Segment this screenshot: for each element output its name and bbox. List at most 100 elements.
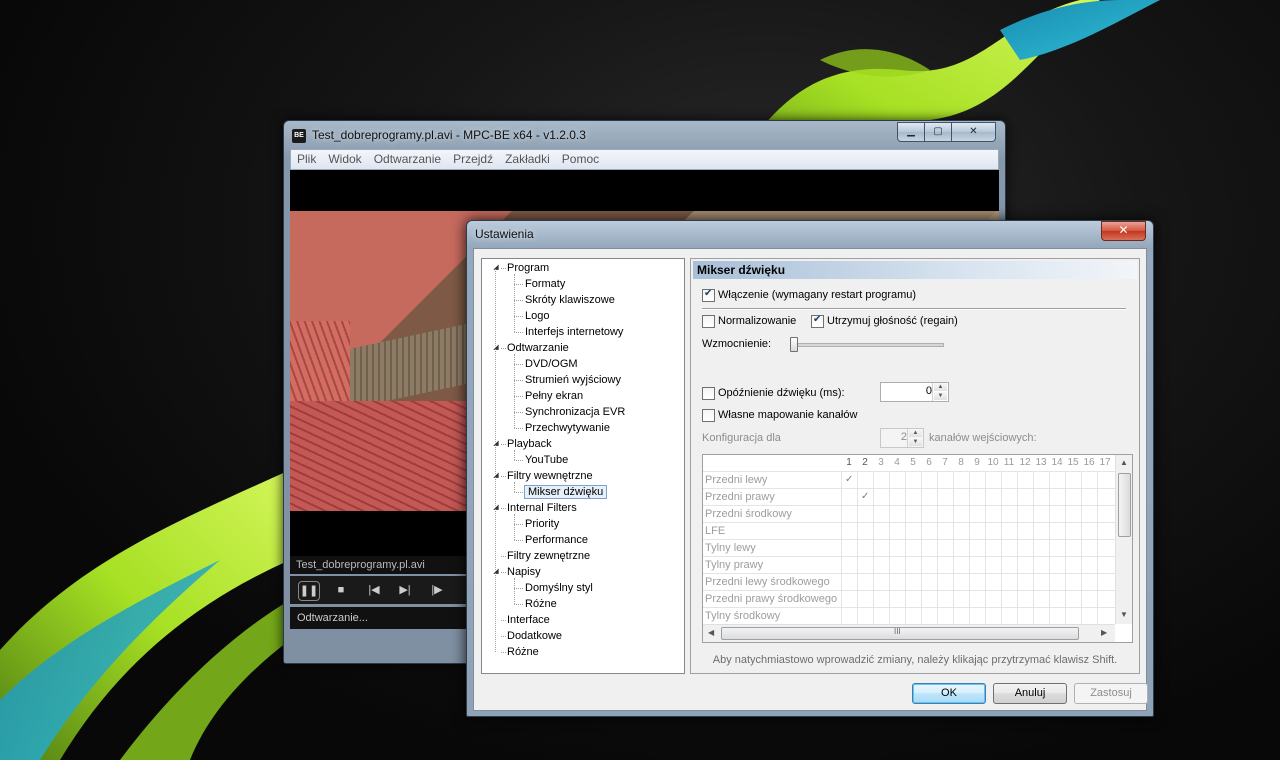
matrix-cell[interactable]	[905, 523, 921, 540]
seekbar-filename[interactable]: Test_dobreprogramy.pl.avi	[290, 556, 472, 574]
matrix-cell[interactable]	[841, 489, 857, 506]
matrix-cell[interactable]	[873, 489, 889, 506]
matrix-cell[interactable]	[1001, 540, 1017, 557]
spin-down-icon[interactable]: ▼	[909, 438, 922, 446]
player-titlebar[interactable]: BE Test_dobreprogramy.pl.avi - MPC-BE x6…	[284, 121, 1005, 149]
matrix-cell[interactable]	[873, 506, 889, 523]
matrix-cell[interactable]	[889, 540, 905, 557]
matrix-cell[interactable]	[969, 506, 985, 523]
dialog-close-button[interactable]: ✕	[1101, 221, 1146, 241]
matrix-cell[interactable]	[857, 472, 873, 489]
matrix-cell[interactable]	[953, 591, 969, 608]
menu-plik[interactable]: Plik	[291, 150, 322, 166]
gain-slider-track[interactable]	[794, 343, 944, 347]
matrix-cell[interactable]	[905, 574, 921, 591]
channel-mapping-checkbox[interactable]	[702, 409, 715, 422]
matrix-cell[interactable]	[969, 574, 985, 591]
minimize-button[interactable]: ▁	[897, 122, 925, 142]
matrix-cell[interactable]	[1033, 574, 1049, 591]
menu-pomoc[interactable]: Pomoc	[556, 150, 605, 166]
matrix-cell[interactable]	[953, 489, 969, 506]
matrix-cell[interactable]	[1049, 557, 1065, 574]
matrix-cell[interactable]	[841, 574, 857, 591]
matrix-cell[interactable]	[1049, 574, 1065, 591]
tree-item[interactable]: Formaty	[525, 276, 565, 292]
matrix-cell[interactable]	[1049, 523, 1065, 540]
matrix-cell[interactable]	[1049, 540, 1065, 557]
tree-item[interactable]: Logo	[525, 308, 549, 324]
matrix-cell[interactable]	[985, 540, 1001, 557]
matrix-cell[interactable]	[1097, 523, 1113, 540]
matrix-cell[interactable]	[921, 557, 937, 574]
matrix-cell[interactable]	[1081, 489, 1097, 506]
tree-item[interactable]: Performance	[525, 532, 588, 548]
matrix-cell[interactable]	[841, 557, 857, 574]
matrix-cell[interactable]	[921, 489, 937, 506]
matrix-cell[interactable]	[1033, 540, 1049, 557]
matrix-cell[interactable]	[1001, 523, 1017, 540]
matrix-cell[interactable]	[857, 540, 873, 557]
menu-zakladki[interactable]: Zakładki	[499, 150, 556, 166]
regain-checkbox[interactable]	[811, 314, 824, 328]
matrix-cell[interactable]	[953, 540, 969, 557]
matrix-cell[interactable]	[1033, 557, 1049, 574]
tree-item[interactable]: ◢ Napisy	[493, 564, 540, 580]
matrix-cell[interactable]	[969, 608, 985, 625]
scroll-right-icon[interactable]: ▶	[1101, 628, 1107, 637]
matrix-cell[interactable]	[857, 523, 873, 540]
matrix-cell[interactable]	[1097, 557, 1113, 574]
matrix-cell[interactable]	[1033, 506, 1049, 523]
tree-expander-icon[interactable]: ◢	[492, 500, 500, 516]
matrix-cell[interactable]	[969, 489, 985, 506]
matrix-cell[interactable]	[1081, 523, 1097, 540]
audio-delay-checkbox[interactable]	[702, 387, 715, 400]
matrix-cell[interactable]	[1065, 506, 1081, 523]
matrix-cell[interactable]	[873, 608, 889, 625]
matrix-cell[interactable]	[857, 608, 873, 625]
tree-item[interactable]: Różne	[507, 644, 539, 660]
matrix-cell[interactable]	[985, 523, 1001, 540]
horizontal-scrollbar[interactable]: ◀ III ▶	[703, 624, 1115, 642]
matrix-cell[interactable]	[921, 591, 937, 608]
matrix-cell[interactable]	[889, 506, 905, 523]
normalize-label[interactable]: Normalizowanie	[718, 315, 796, 327]
matrix-cell[interactable]	[1001, 591, 1017, 608]
matrix-cell[interactable]	[921, 472, 937, 489]
matrix-cell[interactable]	[905, 506, 921, 523]
tree-item[interactable]: Domyślny styl	[525, 580, 593, 596]
matrix-cell[interactable]	[1081, 557, 1097, 574]
matrix-cell[interactable]	[985, 489, 1001, 506]
matrix-cell[interactable]	[1017, 489, 1033, 506]
matrix-cell[interactable]	[1049, 472, 1065, 489]
frame-step-button[interactable]: |▶	[426, 581, 448, 599]
matrix-cell[interactable]	[905, 608, 921, 625]
matrix-cell[interactable]	[985, 608, 1001, 625]
matrix-cell[interactable]	[905, 591, 921, 608]
matrix-cell[interactable]	[1001, 557, 1017, 574]
matrix-cell[interactable]	[1097, 608, 1113, 625]
matrix-cell[interactable]	[985, 591, 1001, 608]
matrix-cell[interactable]	[1065, 523, 1081, 540]
matrix-cell[interactable]	[889, 608, 905, 625]
matrix-cell[interactable]	[873, 472, 889, 489]
close-button[interactable]: ✕	[951, 122, 996, 142]
matrix-cell[interactable]	[1033, 591, 1049, 608]
matrix-cell[interactable]	[889, 523, 905, 540]
matrix-cell[interactable]	[937, 489, 953, 506]
channel-mapping-label[interactable]: Własne mapowanie kanałów	[718, 409, 857, 421]
matrix-cell[interactable]	[1049, 608, 1065, 625]
matrix-cell[interactable]	[1017, 557, 1033, 574]
matrix-cell[interactable]	[889, 472, 905, 489]
matrix-cell[interactable]	[937, 506, 953, 523]
input-channels-spinner[interactable]: 2 ▲ ▼	[880, 428, 924, 448]
matrix-cell[interactable]	[873, 540, 889, 557]
matrix-cell[interactable]	[1049, 506, 1065, 523]
tree-item[interactable]: Strumień wyjściowy	[525, 372, 621, 388]
matrix-cell[interactable]	[1065, 557, 1081, 574]
matrix-cell[interactable]	[953, 557, 969, 574]
matrix-cell[interactable]	[873, 523, 889, 540]
matrix-cell[interactable]	[1049, 591, 1065, 608]
spin-down-icon[interactable]: ▼	[934, 392, 947, 400]
matrix-cell[interactable]	[905, 489, 921, 506]
matrix-cell[interactable]	[1065, 574, 1081, 591]
